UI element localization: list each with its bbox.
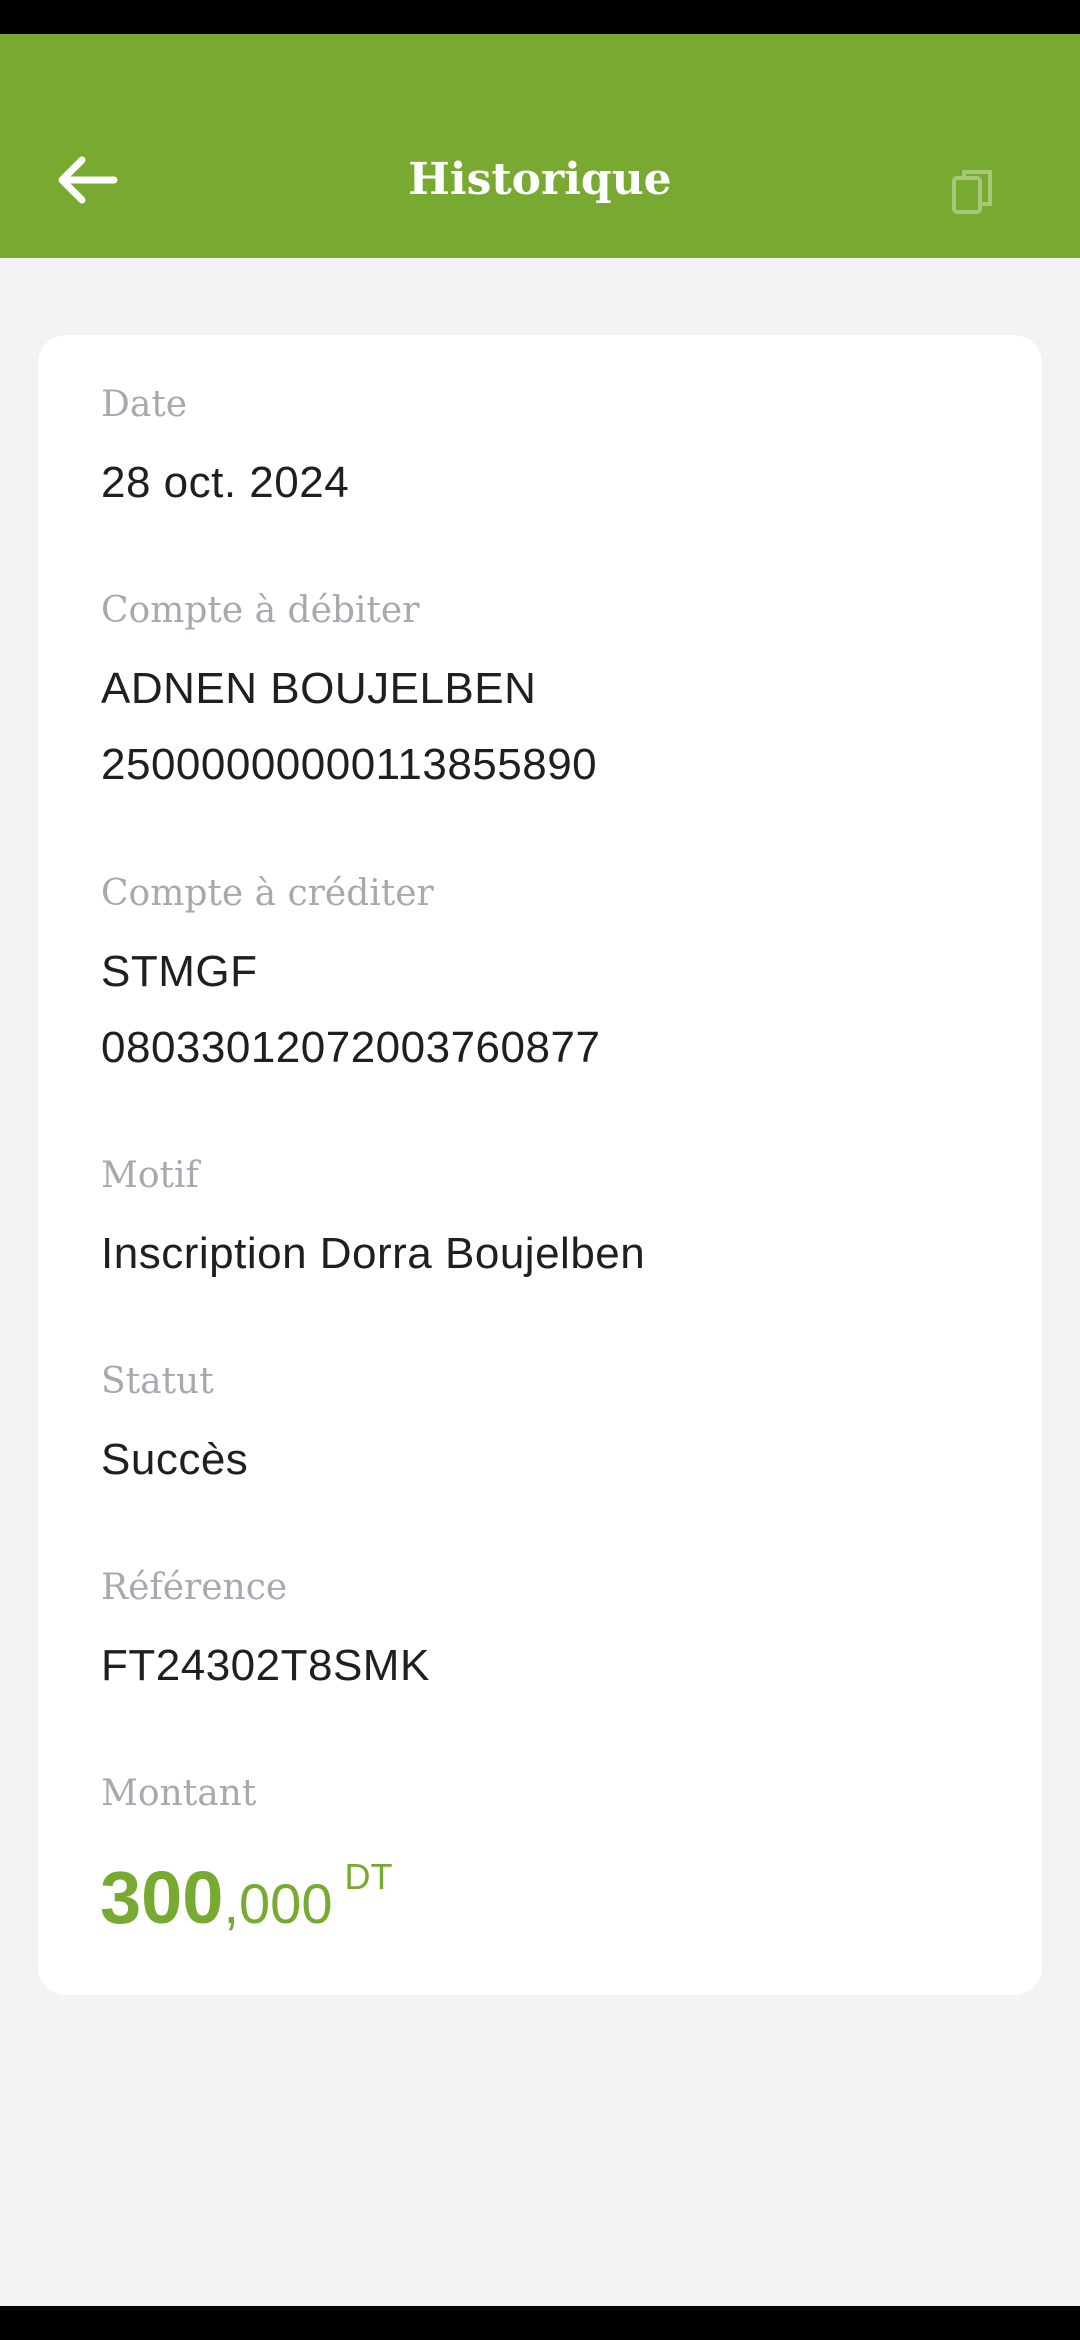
copy-icon [952,170,992,214]
amount-integer: 300 [100,1856,224,1939]
amount-value: 300,000 DT [100,1855,392,1940]
page-title: Historique [408,154,672,205]
motif-value: Inscription Dorra Boujelben [101,1229,646,1278]
transaction-detail-card: Date 28 oct. 2024 Compte à débiter ADNEN… [38,335,1042,1995]
reference-label: Référence [101,1567,288,1608]
credit-account-holder: STMGF [101,947,258,996]
status-value: Succès [101,1435,249,1484]
amount-decimal: ,000 [223,1872,333,1935]
credit-account-label: Compte à créditer [101,873,434,914]
reference-value: FT24302T8SMK [101,1641,430,1690]
amount-currency: DT [344,1856,393,1897]
debit-account-number: 25000000000113855890 [101,740,598,789]
amount-label: Montant [101,1773,257,1814]
motif-label: Motif [101,1155,199,1196]
date-label: Date [101,384,188,425]
status-label: Statut [101,1361,214,1402]
copy-button[interactable] [940,160,1004,224]
status-bar [0,0,1080,34]
credit-account-number: 08033012072003760877 [101,1023,601,1072]
debit-account-holder: ADNEN BOUJELBEN [101,664,537,713]
app-bar [0,34,1080,258]
navigation-bar [0,2306,1080,2340]
date-value: 28 oct. 2024 [101,458,350,507]
debit-account-label: Compte à débiter [101,590,420,631]
